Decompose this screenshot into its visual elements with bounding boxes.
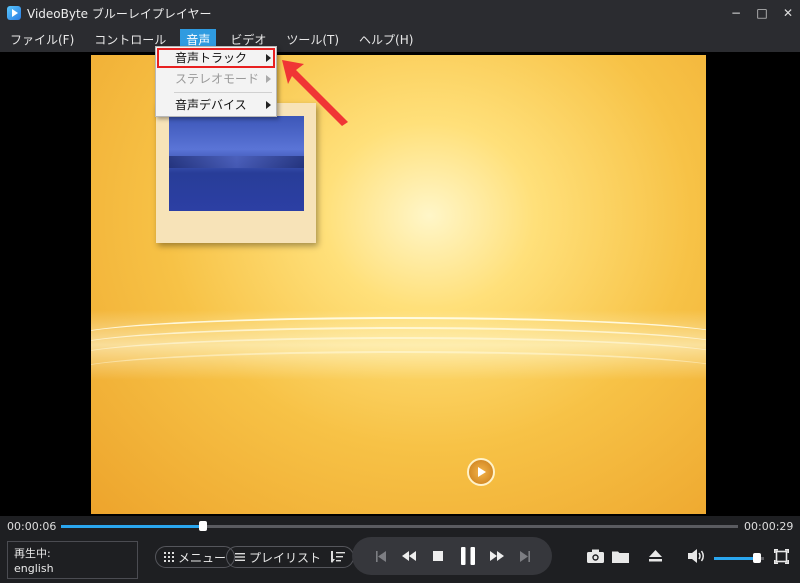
audio-track-name: english bbox=[14, 562, 54, 575]
list-icon bbox=[235, 553, 245, 561]
now-playing-label: 再生中: bbox=[14, 547, 51, 560]
menu-item-label: 音声デバイス bbox=[175, 98, 247, 112]
title-bar: VideoByte ブルーレイプレイヤー − □ ✕ bbox=[0, 0, 800, 26]
rewind-button[interactable] bbox=[398, 537, 420, 575]
stop-icon bbox=[433, 551, 443, 561]
light-wave bbox=[91, 351, 706, 391]
transport-controls bbox=[352, 537, 552, 575]
skip-next-button[interactable] bbox=[516, 537, 534, 575]
window-title: VideoByte ブルーレイプレイヤー bbox=[27, 6, 212, 21]
elapsed-time: 00:00:06 bbox=[7, 520, 57, 533]
eject-icon bbox=[648, 550, 662, 562]
seek-handle[interactable] bbox=[199, 521, 208, 531]
menu-button[interactable]: メニュー bbox=[155, 546, 236, 568]
submenu-arrow-icon bbox=[266, 101, 271, 109]
menu-tools[interactable]: ツール(T) bbox=[280, 29, 345, 50]
total-duration: 00:00:29 bbox=[744, 520, 794, 533]
seek-bar-fill bbox=[61, 525, 204, 528]
audio-dropdown-menu: 音声トラック ステレオモード 音声デバイス bbox=[155, 46, 277, 117]
camera-icon bbox=[586, 549, 604, 563]
menu-button-label: メニュー bbox=[178, 550, 227, 565]
menu-item-stereo-mode: ステレオモード bbox=[156, 69, 276, 89]
close-button[interactable]: ✕ bbox=[782, 7, 794, 19]
volume-slider-fill bbox=[714, 557, 757, 560]
snapshot-button[interactable] bbox=[585, 546, 605, 566]
menu-item-audio-device[interactable]: 音声デバイス bbox=[156, 95, 276, 115]
fullscreen-button[interactable] bbox=[772, 546, 790, 566]
now-playing-box: 再生中: english bbox=[7, 541, 138, 579]
highlight-box bbox=[157, 48, 275, 68]
menu-item-label: ステレオモード bbox=[175, 72, 260, 86]
maximize-button[interactable]: □ bbox=[756, 7, 768, 19]
folder-icon bbox=[611, 551, 629, 563]
volume-slider[interactable] bbox=[714, 553, 764, 563]
progress-row: 00:00:06 00:00:29 bbox=[0, 516, 800, 536]
fullscreen-icon bbox=[773, 548, 789, 564]
app-logo-icon bbox=[7, 6, 21, 20]
grid-icon bbox=[164, 552, 174, 562]
menu-help[interactable]: ヘルプ(H) bbox=[353, 29, 419, 50]
pause-icon bbox=[461, 547, 475, 565]
menu-file[interactable]: ファイル(F) bbox=[4, 29, 80, 50]
sort-icon[interactable] bbox=[331, 551, 346, 563]
speaker-icon bbox=[688, 549, 704, 563]
menu-bar: ファイル(F) コントロール 音声 ビデオ ツール(T) ヘルプ(H) bbox=[0, 26, 800, 52]
rewind-icon bbox=[402, 551, 416, 561]
skip-previous-icon bbox=[376, 550, 386, 562]
volume-handle[interactable] bbox=[752, 553, 761, 563]
video-viewport[interactable] bbox=[0, 52, 800, 516]
fast-forward-icon bbox=[490, 551, 504, 561]
skip-next-icon bbox=[520, 550, 530, 562]
seek-bar[interactable] bbox=[61, 521, 738, 531]
stop-button[interactable] bbox=[428, 537, 448, 575]
minimize-button[interactable]: − bbox=[730, 7, 742, 19]
eject-button[interactable] bbox=[646, 546, 664, 566]
open-file-button[interactable] bbox=[610, 546, 630, 566]
video-frame bbox=[91, 55, 706, 514]
volume-button[interactable] bbox=[687, 546, 707, 566]
submenu-arrow-icon bbox=[266, 75, 271, 83]
pause-button[interactable] bbox=[456, 537, 480, 575]
callout-arrow-icon bbox=[282, 60, 348, 126]
playlist-button-label: プレイリスト bbox=[249, 550, 322, 565]
skip-previous-button[interactable] bbox=[372, 537, 390, 575]
menu-divider bbox=[174, 92, 272, 93]
thumbnail-image bbox=[169, 116, 304, 211]
disc-play-icon[interactable] bbox=[467, 458, 495, 486]
fast-forward-button[interactable] bbox=[486, 537, 508, 575]
control-bar: 再生中: english メニュー プレイリスト bbox=[0, 536, 800, 583]
playlist-button[interactable]: プレイリスト bbox=[226, 546, 355, 568]
window-controls: − □ ✕ bbox=[730, 0, 794, 26]
